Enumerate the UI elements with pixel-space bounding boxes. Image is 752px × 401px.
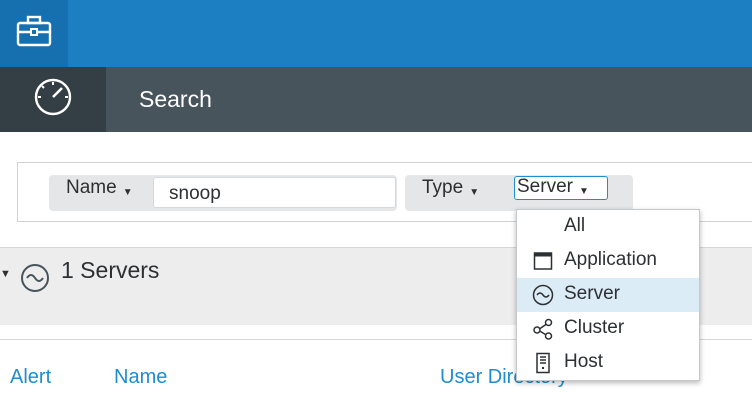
name-filter: Name ▼ snoop <box>49 175 397 211</box>
type-filter-select[interactable]: Server ▼ <box>514 176 608 200</box>
type-filter: Type ▼ Server ▼ <box>405 175 633 211</box>
dropdown-item-all[interactable]: All <box>517 210 699 244</box>
server-icon <box>532 284 554 306</box>
page-title: Search <box>139 86 212 112</box>
caret-down-icon: ▼ <box>578 186 589 197</box>
app-logo-button[interactable] <box>0 0 68 67</box>
dropdown-item-server[interactable]: Server <box>517 278 699 312</box>
name-filter-input[interactable]: snoop <box>153 177 396 208</box>
nav-bar: Search <box>0 67 752 132</box>
caret-down-icon: ▼ <box>122 187 133 198</box>
name-filter-dropdown[interactable]: Name ▼ <box>66 177 133 199</box>
column-header-alert[interactable]: Alert <box>10 366 51 389</box>
dashboard-button[interactable] <box>0 67 106 132</box>
results-title: 1 Servers <box>61 257 160 283</box>
dashboard-gauge-icon <box>32 76 74 123</box>
host-icon <box>532 352 554 374</box>
top-bar <box>0 0 752 67</box>
dropdown-item-cluster[interactable]: Cluster <box>517 312 699 346</box>
toolbox-icon <box>15 14 53 53</box>
dropdown-item-application[interactable]: Application <box>517 244 699 278</box>
server-icon <box>20 263 50 298</box>
expand-triangle-icon[interactable]: ▼ <box>0 268 11 280</box>
dropdown-item-host[interactable]: Host <box>517 346 699 380</box>
type-dropdown-menu: All Application Server Cluster Host <box>516 209 700 381</box>
column-header-name[interactable]: Name <box>114 366 167 389</box>
caret-down-icon: ▼ <box>469 187 480 198</box>
type-filter-label[interactable]: Type ▼ <box>422 177 479 199</box>
application-window-icon <box>532 250 554 272</box>
cluster-icon <box>532 318 554 340</box>
